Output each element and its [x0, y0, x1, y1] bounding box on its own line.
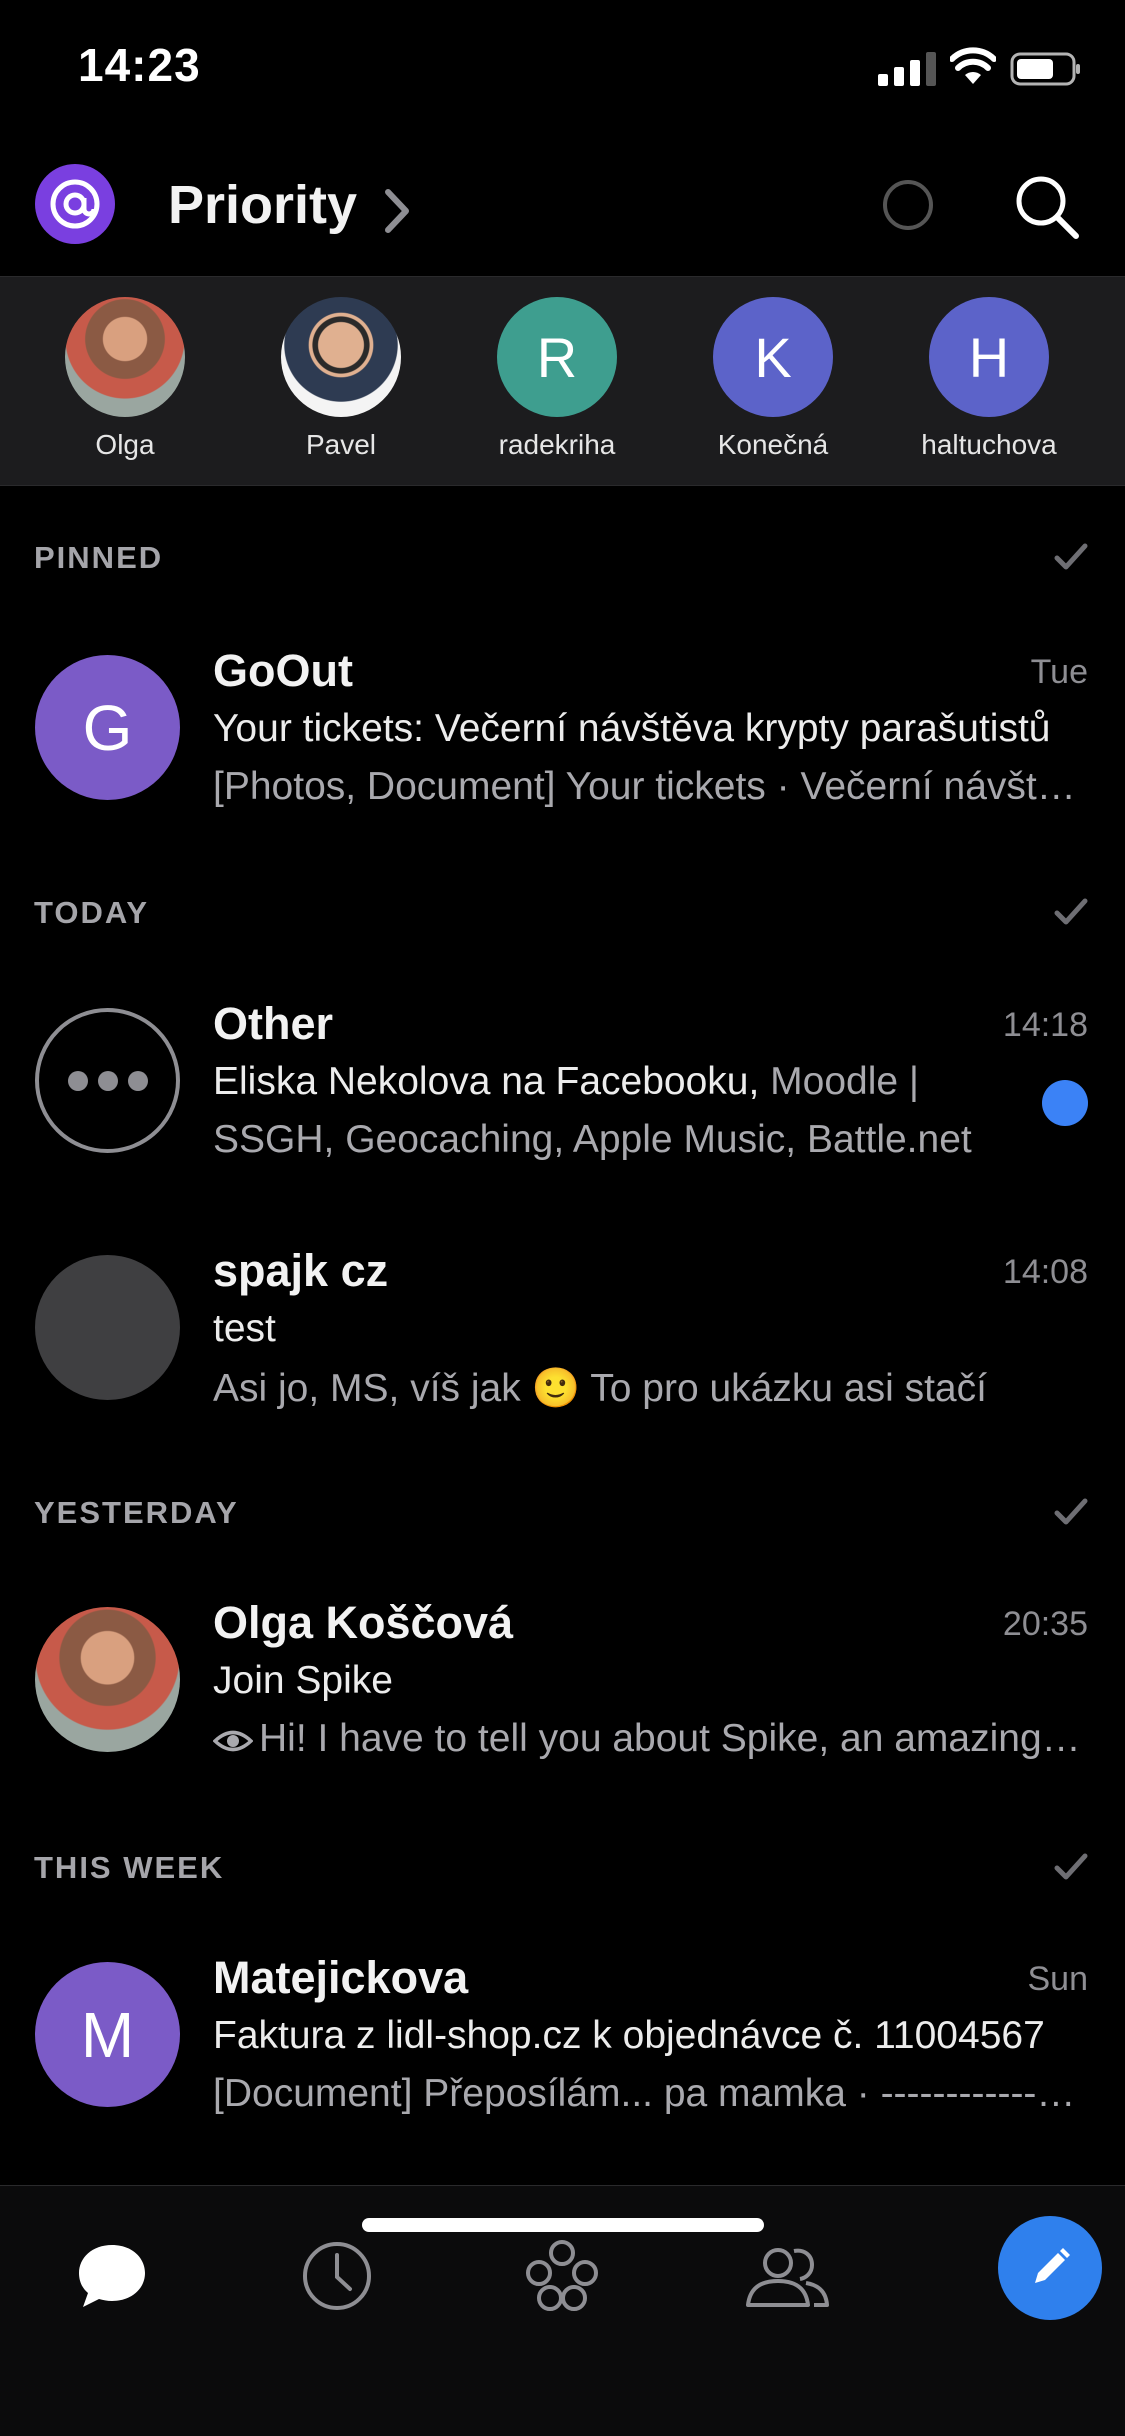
search-icon[interactable] — [1012, 172, 1082, 242]
message-row-other[interactable]: Other 14:18 Eliska Nekolova na Facebooku… — [0, 998, 1125, 1198]
clock-icon — [303, 2242, 371, 2310]
avatar: K — [713, 297, 833, 417]
compose-button[interactable] — [998, 2216, 1102, 2320]
message-preview: [Document] Přeposílám... pa mamka · ----… — [213, 2072, 1088, 2115]
avatar — [65, 297, 185, 417]
avatar: R — [497, 297, 617, 417]
message-row-goout[interactable]: G GoOut Tue Your tickets: Večerní návště… — [0, 645, 1125, 845]
tab-chats[interactable] — [62, 2226, 162, 2326]
people-icon — [746, 2248, 829, 2307]
more-dots-icon — [35, 1008, 180, 1153]
status-bar: 14:23 — [0, 0, 1125, 140]
circles-icon — [526, 2240, 598, 2311]
status-circle-icon[interactable] — [883, 180, 933, 230]
home-indicator — [362, 2218, 764, 2232]
section-label: YESTERDAY — [34, 1495, 239, 1530]
eye-icon — [213, 1730, 254, 1752]
checkmark-icon[interactable] — [1053, 896, 1089, 928]
message-subject: test — [213, 1307, 276, 1350]
message-subject: Faktura z lidl-shop.cz k objednávce č. 1… — [213, 2014, 1045, 2057]
message-subject: Eliska Nekolova na Facebooku, Moodle | — [213, 1060, 1013, 1104]
message-subject: Your tickets: Večerní návštěva krypty pa… — [213, 707, 1051, 750]
checkmark-icon[interactable] — [1053, 541, 1089, 573]
message-row-olga[interactable]: Olga Koščová 20:35 Join Spike Hi! I have… — [0, 1597, 1125, 1797]
contact-konecna[interactable]: K Konečná — [673, 297, 873, 461]
message-sender: Other — [213, 998, 334, 1049]
tab-later[interactable] — [287, 2226, 387, 2326]
wifi-icon — [950, 47, 996, 84]
tab-groups[interactable] — [512, 2226, 612, 2326]
avatar: H — [929, 297, 1049, 417]
section-label: TODAY — [34, 895, 150, 930]
tab-people[interactable] — [737, 2226, 837, 2326]
message-time: 14:08 — [1002, 1253, 1088, 1291]
message-preview: SSGH, Geocaching, Apple Music, Battle.ne… — [213, 1118, 972, 1161]
cellular-signal-icon — [878, 52, 936, 86]
checkmark-icon[interactable] — [1053, 1496, 1089, 1528]
avatar: M — [35, 1962, 180, 2107]
message-sender: Olga Koščová — [213, 1597, 514, 1648]
checkmark-icon[interactable] — [1053, 1851, 1089, 1883]
message-subject: Join Spike — [213, 1659, 393, 1702]
message-subject-main: Eliska Nekolova na Facebooku, — [213, 1060, 760, 1103]
section-header-this-week: THIS WEEK — [34, 1843, 1089, 1893]
message-subject-rest: Moodle | — [759, 1060, 920, 1103]
pencil-icon — [1035, 2248, 1070, 2283]
message-preview: [Photos, Document] Your tickets · Večern… — [213, 765, 1088, 808]
message-sender: GoOut — [213, 645, 353, 696]
contact-haltuchova[interactable]: H haltuchova — [889, 297, 1089, 461]
message-time: 14:18 — [1002, 1006, 1088, 1044]
avatar: G — [35, 655, 180, 800]
contact-olga[interactable]: Olga — [25, 297, 225, 461]
message-time: 20:35 — [1002, 1605, 1088, 1643]
message-preview: Hi! I have to tell you about Spike, an a… — [213, 1717, 1088, 1761]
contact-name: Olga — [95, 429, 155, 460]
contact-name: Konečná — [717, 429, 829, 460]
message-row-matejickova[interactable]: M Matejickova Sun Faktura z lidl-shop.cz… — [0, 1952, 1125, 2152]
message-sender: Matejickova — [213, 1952, 469, 2003]
battery-icon — [1010, 52, 1080, 86]
message-row-spajk[interactable]: spajk cz 14:08 test Asi jo, MS, víš jak … — [0, 1245, 1125, 1445]
section-header-yesterday: YESTERDAY — [34, 1488, 1089, 1538]
message-time: Sun — [1027, 1960, 1089, 1998]
header: Priority — [0, 150, 1125, 275]
status-time: 14:23 — [78, 39, 201, 91]
message-time: Tue — [1030, 653, 1088, 691]
spike-logo-icon[interactable] — [35, 164, 115, 244]
section-label: THIS WEEK — [34, 1850, 225, 1885]
avatar — [35, 1255, 180, 1400]
section-header-today: TODAY — [34, 888, 1089, 938]
contact-radekriha[interactable]: R radekriha — [457, 297, 657, 461]
section-label: PINNED — [34, 540, 164, 575]
page-title[interactable]: Priority — [168, 174, 357, 236]
section-header-pinned: PINNED — [34, 533, 1089, 583]
message-preview: Asi jo, MS, víš jak 🙂 To pro ukázku asi … — [213, 1367, 987, 1410]
avatar — [35, 1607, 180, 1752]
avatar — [281, 297, 401, 417]
message-sender: spajk cz — [213, 1245, 389, 1296]
at-sign-icon — [50, 179, 100, 229]
contact-name: radekriha — [498, 429, 616, 460]
chevron-right-icon[interactable] — [380, 186, 416, 236]
message-preview-text: Hi! I have to tell you about Spike, an a… — [259, 1717, 1088, 1760]
contact-name: haltuchova — [921, 429, 1057, 460]
unread-dot — [1042, 1080, 1088, 1126]
chat-bubble-icon — [79, 2245, 145, 2307]
priority-contacts-strip: Olga Pavel R radekriha K Konečná H haltu… — [0, 276, 1125, 486]
contact-pavel[interactable]: Pavel — [241, 297, 441, 461]
contact-name: Pavel — [305, 429, 377, 460]
